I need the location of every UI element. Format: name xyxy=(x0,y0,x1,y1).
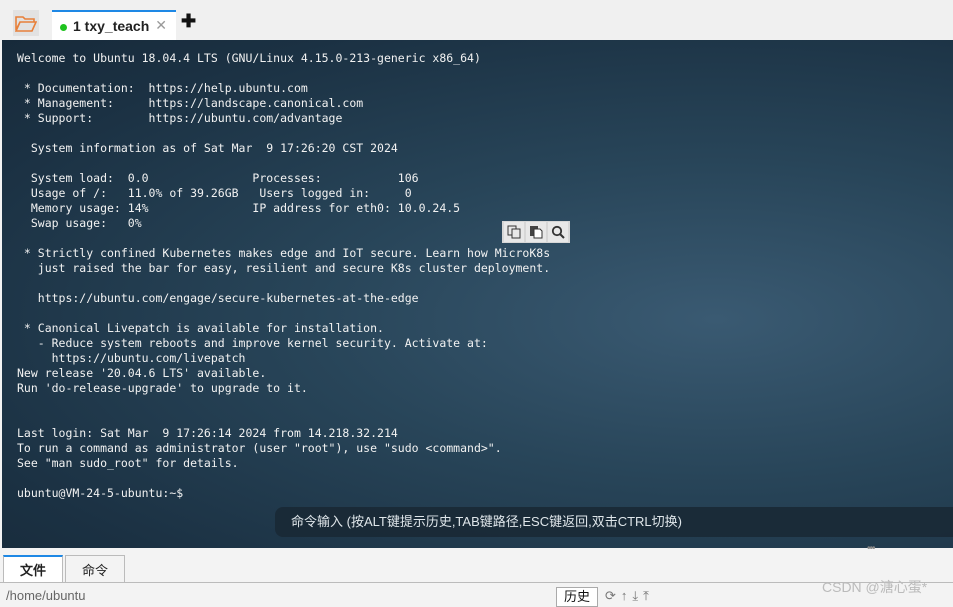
terminal-line: Last login: Sat Mar 9 17:26:14 2024 from… xyxy=(17,426,398,440)
upload-icon[interactable]: ⤒ xyxy=(643,588,649,604)
terminal-line: * Management: https://landscape.canonica… xyxy=(17,96,364,110)
history-button[interactable]: 历史 xyxy=(556,587,598,607)
bottom-tabs: 文件 命令 xyxy=(0,553,953,583)
terminal-line: To run a command as administrator (user … xyxy=(17,441,502,455)
watermark: CSDN @溏心蛋* xyxy=(822,579,928,595)
search-icon[interactable] xyxy=(548,222,568,242)
tab-txy-teach[interactable]: 1 txy_teach ✕ xyxy=(52,10,176,40)
terminal-line: Memory usage: 14% IP address for eth0: 1… xyxy=(17,201,461,215)
tab-files[interactable]: 文件 xyxy=(3,555,63,582)
terminal-line: * Documentation: https://help.ubuntu.com xyxy=(17,81,308,95)
top-bar: 1 txy_teach ✕ ✚ xyxy=(0,0,953,40)
refresh-icon[interactable]: ⟳ xyxy=(605,588,616,604)
tab-commands[interactable]: 命令 xyxy=(65,555,125,582)
terminal-line: New release '20.04.6 LTS' available. xyxy=(17,366,267,380)
terminal-line: * Canonical Livepatch is available for i… xyxy=(17,321,384,335)
terminal-line: Welcome to Ubuntu 18.04.4 LTS (GNU/Linux… xyxy=(17,51,481,65)
up-directory-icon[interactable]: ↑ xyxy=(621,588,628,604)
tab-label: 1 txy_teach xyxy=(73,18,150,34)
terminal-line: See "man sudo_root" for details. xyxy=(17,456,239,470)
connection-status-icon xyxy=(60,24,67,31)
terminal-mini-toolbar xyxy=(502,221,570,243)
folder-icon xyxy=(15,16,37,32)
close-icon[interactable]: ✕ xyxy=(155,17,167,34)
open-folder-button[interactable] xyxy=(13,10,39,36)
terminal-line: ubuntu@VM-24-5-ubuntu:~$ xyxy=(17,486,191,500)
terminal-line: Swap usage: 0% xyxy=(17,216,142,230)
download-icon[interactable]: ⤓ xyxy=(632,588,638,604)
new-tab-button[interactable]: ✚ xyxy=(181,11,196,32)
terminal-line: - Reduce system reboots and improve kern… xyxy=(17,336,488,350)
terminal-output: Welcome to Ubuntu 18.04.4 LTS (GNU/Linux… xyxy=(17,51,550,501)
file-path[interactable]: /home/ubuntu xyxy=(6,588,86,603)
file-toolbar: ⟳ ↑ ⤓ ⤒ xyxy=(605,588,649,604)
terminal-line: Run 'do-release-upgrade' to upgrade to i… xyxy=(17,381,308,395)
copy-icon[interactable] xyxy=(504,222,524,242)
terminal-line: System load: 0.0 Processes: 106 xyxy=(17,171,419,185)
terminal[interactable]: Welcome to Ubuntu 18.04.4 LTS (GNU/Linux… xyxy=(2,40,953,548)
terminal-line: https://ubuntu.com/engage/secure-kuberne… xyxy=(17,291,419,305)
terminal-line: * Strictly confined Kubernetes makes edg… xyxy=(17,246,551,260)
terminal-line: * Support: https://ubuntu.com/advantage xyxy=(17,111,343,125)
terminal-line: Usage of /: 11.0% of 39.26GB Users logge… xyxy=(17,186,412,200)
command-input[interactable]: 命令输入 (按ALT键提示历史,TAB键路径,ESC键返回,双击CTRL切换) xyxy=(275,507,953,537)
terminal-line: System information as of Sat Mar 9 17:26… xyxy=(17,141,398,155)
terminal-line: https://ubuntu.com/livepatch xyxy=(17,351,246,365)
terminal-line: just raised the bar for easy, resilient … xyxy=(17,261,551,275)
paste-icon[interactable] xyxy=(526,222,546,242)
